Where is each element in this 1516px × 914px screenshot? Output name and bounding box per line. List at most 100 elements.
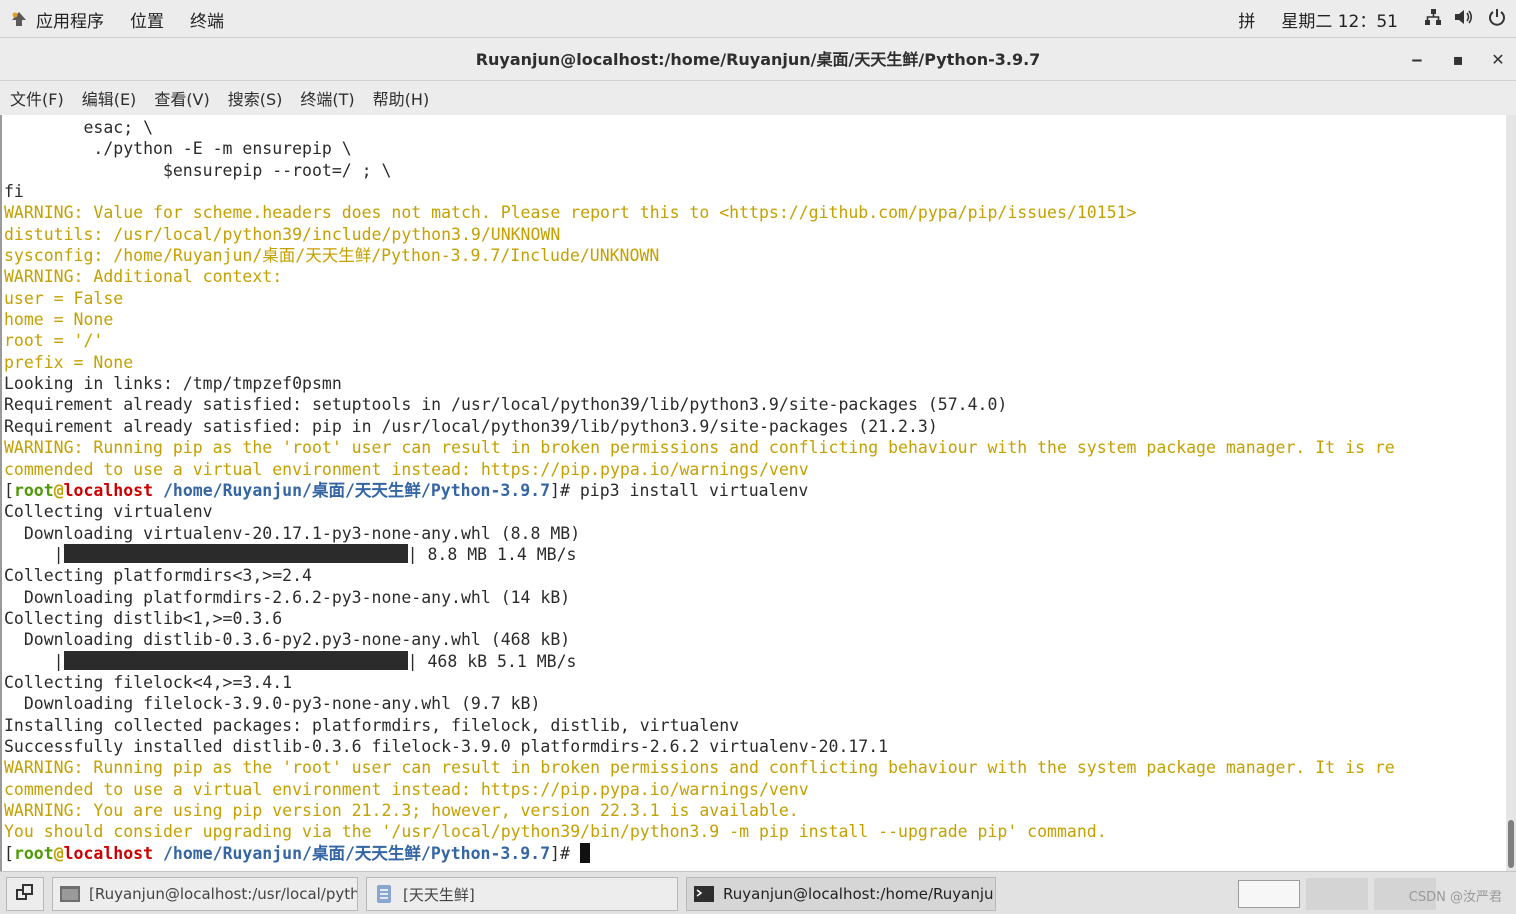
terminal-text: root = '/' <box>4 331 104 351</box>
terminal-text: WARNING: You are using pip version 21.2.… <box>4 801 799 820</box>
terminal-lines: esac; \ ./python -E -m ensurepip \ $ensu… <box>4 117 1395 864</box>
terminal-line: WARNING: You are using pip version 21.2.… <box>4 800 1395 821</box>
terminal-line: commended to use a virtual environment i… <box>4 779 1395 800</box>
terminal-text: | 468 kB 5.1 MB/s <box>407 651 577 671</box>
terminal-text: sysconfig: /home/Ruyanjun/桌面/天天生鲜/Python… <box>4 246 660 266</box>
terminal-text: | 8.8 MB 1.4 MB/s <box>407 544 577 564</box>
terminal-line: prefix = None <box>4 352 1395 373</box>
terminal-text: user = False <box>4 288 124 308</box>
terminal-line: fi <box>4 181 1395 202</box>
workspace-1[interactable] <box>1238 880 1300 908</box>
top-panel: 应用程序 位置 终端 拼 星期二 12：51 <box>0 0 1516 38</box>
menu-search[interactable]: 搜索(S) <box>228 86 283 110</box>
menu-terminal[interactable]: 终端(T) <box>300 86 354 110</box>
terminal-output[interactable]: esac; \ ./python -E -m ensurepip \ $ensu… <box>0 115 1506 871</box>
terminal-text: ]# pip3 install virtualenv <box>550 480 809 500</box>
menu-view[interactable]: 查看(V) <box>154 86 209 110</box>
terminal-text: esac; \ <box>4 118 154 137</box>
terminal-text: WARNING: Additional context: <box>4 267 283 287</box>
terminal-line: Successfully installed distlib-0.3.6 fil… <box>4 736 1395 757</box>
terminal-text: Requirement already satisfied: setuptool… <box>4 395 1008 415</box>
terminal-line: distutils: /usr/local/python39/include/p… <box>4 224 1395 245</box>
menu-help[interactable]: 帮助(H) <box>373 86 430 110</box>
terminal-text: @ <box>53 843 64 863</box>
menu-edit[interactable]: 编辑(E) <box>82 86 137 110</box>
terminal-text: Collecting virtualenv <box>4 502 213 522</box>
terminal-text: Downloading filelock-3.9.0-py3-none-any.… <box>4 694 541 714</box>
terminal-text: WARNING: Running pip as the 'root' user … <box>4 438 1395 458</box>
applications-menu[interactable]: 应用程序 <box>36 7 104 32</box>
task-terminal-current[interactable]: Ruyanjun@localhost:/home/Ruyanju··· <box>686 877 996 911</box>
terminal-text: [ <box>4 480 14 500</box>
terminal-line: Downloading platformdirs-2.6.2-py3-none-… <box>4 587 1395 608</box>
progress-bar <box>63 650 408 670</box>
terminal-line: | | 8.8 MB 1.4 MB/s <box>4 543 1395 565</box>
terminal-text: ./python -E -m ensurepip \ <box>4 139 352 159</box>
terminal-line: WARNING: Running pip as the 'root' user … <box>4 757 1395 778</box>
terminal-text: distutils: /usr/local/python39/include/p… <box>4 224 561 244</box>
clock[interactable]: 星期二 12：51 <box>1281 7 1398 32</box>
terminal-text: commended to use a virtual environment i… <box>4 459 809 479</box>
task-file-manager[interactable]: [天天生鲜] <box>366 877 678 911</box>
show-desktop-icon <box>15 883 35 905</box>
terminal-line: Downloading distlib-0.3.6-py2.py3-none-a… <box>4 629 1395 650</box>
terminal-text: Collecting distlib<1,>=0.3.6 <box>4 608 283 628</box>
terminal-text: Collecting platformdirs<3,>=2.4 <box>4 566 312 586</box>
terminal-text: localhost <box>63 480 154 500</box>
terminal-line: | | 468 kB 5.1 MB/s <box>4 650 1395 672</box>
terminal-line: home = None <box>4 309 1395 330</box>
taskbar: [Ruyanjun@localhost:/usr/local/pyth··· [… <box>0 871 1516 914</box>
terminal-text: Collecting filelock<4,>=3.4.1 <box>4 672 293 692</box>
terminal-menu[interactable]: 终端 <box>190 7 224 32</box>
menu-file[interactable]: 文件(F) <box>10 86 64 110</box>
window-title: Ruyanjun@localhost:/home/Ruyanjun/桌面/天天生… <box>475 50 1041 69</box>
maximize-button[interactable]: ▪ <box>1448 50 1468 70</box>
minimize-button[interactable]: ‒ <box>1407 50 1427 70</box>
terminal-line: Downloading virtualenv-20.17.1-py3-none-… <box>4 523 1395 544</box>
show-desktop-button[interactable] <box>6 877 44 911</box>
window-titlebar[interactable]: Ruyanjun@localhost:/home/Ruyanjun/桌面/天天生… <box>0 38 1516 81</box>
terminal-text: root <box>13 480 54 500</box>
terminal-text: WARNING: Running pip as the 'root' user … <box>4 758 1395 778</box>
terminal-text: /home/Ruyanjun/桌面/天天生鲜/Python-3.9.7 <box>153 480 551 500</box>
file-manager-icon <box>373 884 395 904</box>
input-method-indicator[interactable]: 拼 <box>1238 7 1255 32</box>
power-icon[interactable] <box>1488 8 1506 31</box>
terminal-text: ]# <box>550 843 580 863</box>
terminal-line: Collecting filelock<4,>=3.4.1 <box>4 672 1395 693</box>
terminal-text: Looking in links: /tmp/tmpzef0psmn <box>4 374 342 394</box>
places-menu[interactable]: 位置 <box>130 7 164 32</box>
applications-icon[interactable] <box>10 10 28 28</box>
terminal-line: Collecting virtualenv <box>4 501 1395 522</box>
terminal-text: root <box>13 843 54 863</box>
terminal-text: Downloading virtualenv-20.17.1-py3-none-… <box>4 523 581 543</box>
terminal-text: [ <box>4 843 14 863</box>
watermark: CSDN @汝严君 <box>1408 890 1502 905</box>
terminal-text: fi <box>4 182 24 202</box>
progress-bar <box>63 543 408 563</box>
terminal-scrollbar[interactable] <box>1506 115 1516 871</box>
terminal-text: Successfully installed distlib-0.3.6 fil… <box>4 736 889 756</box>
terminal-text: Downloading platformdirs-2.6.2-py3-none-… <box>4 587 571 607</box>
close-button[interactable]: ✕ <box>1488 50 1508 70</box>
terminal-line: WARNING: Additional context: <box>4 266 1395 287</box>
terminal-line: ./python -E -m ensurepip \ <box>4 138 1395 159</box>
terminal-text: You should consider upgrading via the '/… <box>4 822 1107 842</box>
terminal-line: Installing collected packages: platformd… <box>4 715 1395 736</box>
volume-icon[interactable] <box>1454 8 1474 31</box>
scrollbar-thumb[interactable] <box>1508 820 1514 868</box>
terminal-line: sysconfig: /home/Ruyanjun/桌面/天天生鲜/Python… <box>4 245 1395 266</box>
terminal-text: | <box>4 651 64 671</box>
terminal-line: user = False <box>4 288 1395 309</box>
terminal-icon <box>693 884 715 904</box>
cursor <box>579 842 590 863</box>
task-label: [天天生鲜] <box>403 885 475 904</box>
network-icon[interactable] <box>1424 8 1442 31</box>
task-label: [Ruyanjun@localhost:/usr/local/pyth··· <box>89 885 358 903</box>
terminal-text: | <box>4 544 64 564</box>
terminal-text: prefix = None <box>4 352 134 372</box>
task-terminal-usr-local[interactable]: [Ruyanjun@localhost:/usr/local/pyth··· <box>52 877 358 911</box>
terminal-line: [root@localhost /home/Ruyanjun/桌面/天天生鲜/P… <box>4 842 1395 864</box>
workspace-2[interactable] <box>1306 878 1368 910</box>
terminal-line: Downloading filelock-3.9.0-py3-none-any.… <box>4 693 1395 714</box>
